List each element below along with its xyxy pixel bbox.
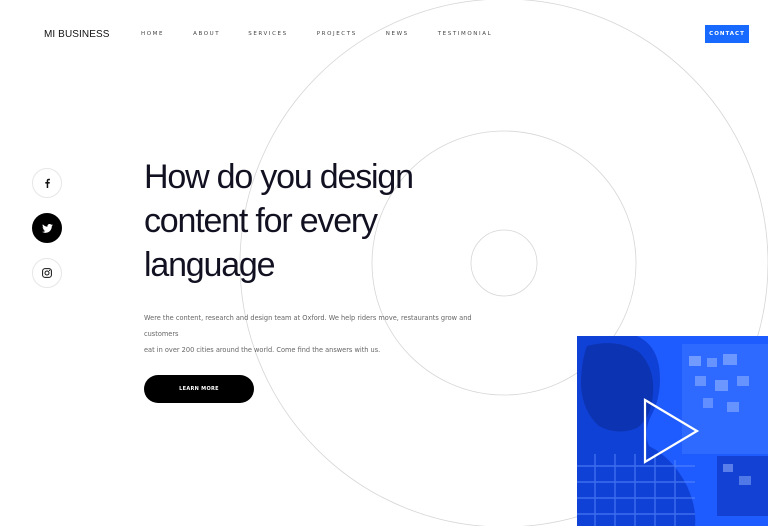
twitter-icon	[41, 223, 53, 233]
instagram-icon	[42, 268, 52, 278]
instagram-link[interactable]	[32, 258, 62, 288]
nav-home[interactable]: HOME	[141, 31, 164, 37]
nav-projects[interactable]: PROJECTS	[317, 31, 357, 37]
inner-ring	[470, 229, 538, 297]
facebook-icon	[43, 178, 51, 188]
hero-description: Were the content, research and design te…	[144, 310, 489, 358]
hero-description-line-1: Were the content, research and design te…	[144, 314, 472, 338]
hero-title: How do you design content for every lang…	[144, 155, 444, 287]
logo[interactable]: MI BUSINESS	[44, 29, 110, 40]
hero-title-line-3: language	[144, 246, 276, 284]
nav-services[interactable]: SERVICES	[248, 31, 287, 37]
hero-description-line-2: eat in over 200 cities around the world.…	[144, 346, 381, 354]
nav-news[interactable]: NEWS	[386, 31, 409, 37]
video-thumbnail[interactable]	[577, 336, 768, 526]
nav-about[interactable]: ABOUT	[193, 31, 220, 37]
hero-title-line-2: content for every	[144, 202, 378, 240]
contact-button[interactable]: CONTACT	[705, 25, 749, 43]
twitter-link[interactable]	[32, 213, 62, 243]
learn-more-button[interactable]: LEARN MORE	[144, 375, 254, 403]
facebook-link[interactable]	[32, 168, 62, 198]
nav-testimonial[interactable]: TESTIMONIAL	[438, 31, 493, 37]
hero-title-line-1: How do you design	[144, 158, 414, 196]
play-icon[interactable]	[641, 396, 701, 466]
main-nav: HOME ABOUT SERVICES PROJECTS NEWS TESTIM…	[141, 31, 520, 37]
